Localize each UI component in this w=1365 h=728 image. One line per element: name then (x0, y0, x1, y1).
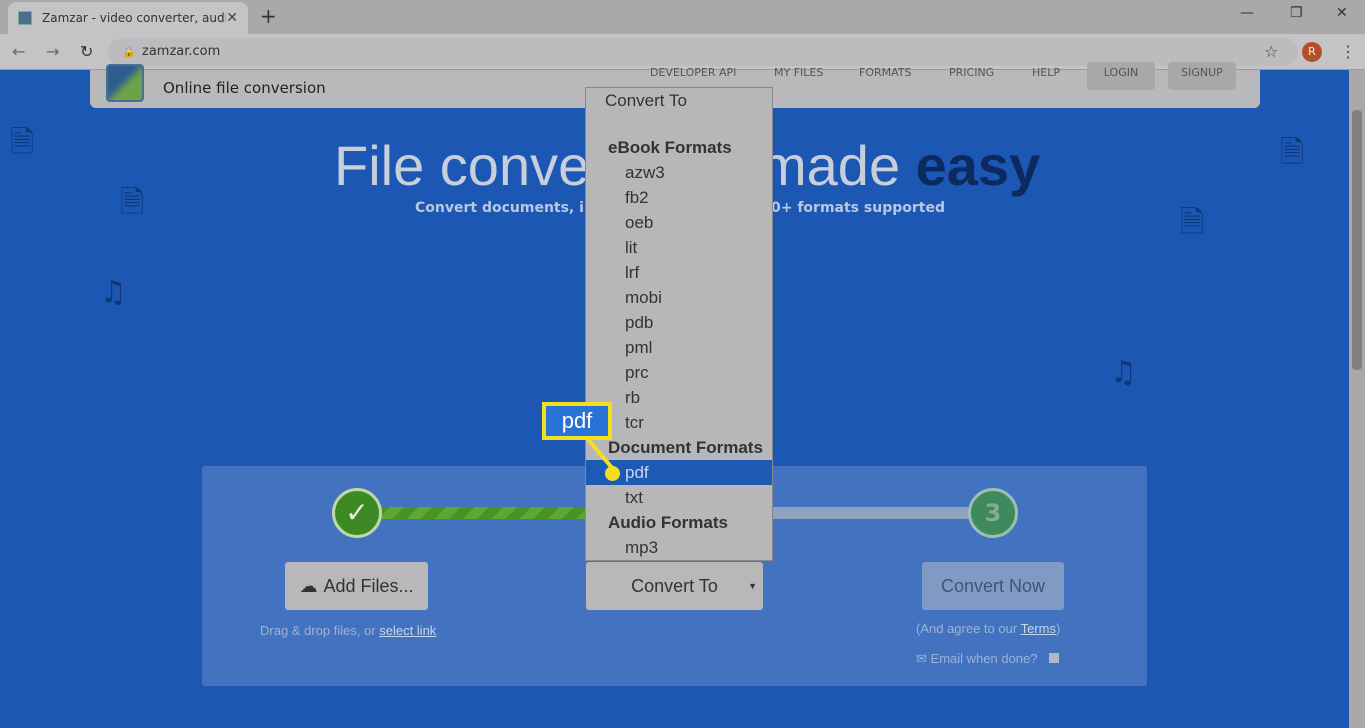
dropdown-option-rb[interactable]: rb (586, 385, 772, 410)
dropdown-option-lit[interactable]: lit (586, 235, 772, 260)
step1-complete-check-icon: ✓ (332, 488, 382, 538)
restore-icon[interactable]: ❐ (1290, 5, 1303, 21)
option-group-label: Document Formats (608, 438, 763, 457)
url-text: zamzar.com (142, 44, 221, 59)
option-group-label: eBook Formats (608, 138, 732, 157)
reload-icon[interactable]: ↻ (80, 42, 93, 61)
dropdown-option-tcr[interactable]: tcr (586, 410, 772, 435)
select-link[interactable]: select link (379, 623, 436, 638)
progress-bar-step2 (772, 507, 972, 519)
hero-title-easy: easy (915, 134, 1041, 197)
nav-formats[interactable]: FORMATS (859, 66, 912, 79)
hero-title-made: made (760, 134, 916, 197)
dropdown-option-pdb[interactable]: pdb (586, 310, 772, 335)
dropdown-option-azw3[interactable]: azw3 (586, 160, 772, 185)
convert-to-select[interactable]: Convert To ▼ (586, 562, 763, 610)
agree-text: (And agree to our (916, 621, 1021, 636)
dropdown-option-fb2[interactable]: fb2 (586, 185, 772, 210)
ai-file-icon: 🗎 (1180, 205, 1205, 240)
music-note-icon: ♫ (1110, 355, 1137, 390)
tab-title: Zamzar - video converter, audio (42, 11, 227, 25)
email-label: Email when done? (930, 651, 1038, 666)
drag-text: Drag & drop files, or (260, 623, 380, 638)
progress-bar-step1 (380, 507, 590, 519)
nav-pricing[interactable]: PRICING (949, 66, 994, 79)
music-note-icon: ♫ (100, 275, 127, 310)
option-group-label: Audio Formats (608, 513, 728, 532)
terms-hint: (And agree to our Terms) (916, 621, 1060, 636)
zamzar-favicon-icon (18, 11, 32, 25)
envelope-icon: ✉ (916, 651, 927, 666)
dropdown-caret-icon: ▼ (748, 581, 757, 591)
hero-title-part: File conve (334, 134, 590, 197)
convert-to-dropdown-list[interactable]: Convert To eBook Formats azw3 fb2 oeb lit lrf… (585, 87, 773, 561)
minimize-icon[interactable]: — (1240, 5, 1254, 21)
pdf-callout-label: pdf (542, 402, 612, 440)
dropdown-option-mobi[interactable]: mobi (586, 285, 772, 310)
hero-subtitle-part: Convert documents, im (415, 200, 599, 216)
address-bar-row: ← → ↻ 🔒 zamzar.com ☆ R ⋮ (0, 34, 1365, 70)
dropdown-option-txt[interactable]: txt (586, 485, 772, 510)
tab-bar: Zamzar - video converter, audio ✕ + — ❐ … (0, 0, 1365, 34)
jpg-file-icon: 🗎 (120, 185, 145, 220)
agree-end: ) (1055, 621, 1061, 636)
callout-pointer-dot (605, 466, 620, 481)
new-tab-icon[interactable]: + (260, 4, 277, 28)
convert-to-label: Convert To (631, 575, 718, 596)
close-window-icon[interactable]: ✕ (1336, 5, 1348, 21)
close-tab-icon[interactable]: ✕ (226, 10, 238, 26)
convert-now-button[interactable]: Convert Now (922, 562, 1064, 610)
hero-subtitle-part: 0+ formats supported (771, 200, 945, 216)
lock-icon: 🔒 (122, 45, 136, 58)
menu-icon[interactable]: ⋮ (1340, 42, 1356, 61)
scrollbar-thumb[interactable] (1352, 110, 1362, 370)
email-option: ✉ Email when done? (916, 651, 1060, 667)
dropdown-option-pml[interactable]: pml (586, 335, 772, 360)
drag-drop-hint: Drag & drop files, or select link (260, 623, 436, 638)
add-files-button[interactable]: ☁ Add Files... (285, 562, 428, 610)
dropdown-option-lrf[interactable]: lrf (586, 260, 772, 285)
nav-my-files[interactable]: MY FILES (774, 66, 823, 79)
zamzar-logo[interactable] (106, 64, 144, 102)
hero-title-part: made easy (760, 133, 1040, 198)
png-file-icon: 🗎 (10, 125, 35, 160)
terms-link[interactable]: Terms (1021, 621, 1056, 636)
nav-developer-api[interactable]: DEVELOPER API (650, 66, 736, 79)
step3-badge: 3 (968, 488, 1018, 538)
browser-tab[interactable]: Zamzar - video converter, audio ✕ (8, 2, 248, 34)
nav-help[interactable]: HELP (1032, 66, 1060, 79)
avatar[interactable]: R (1302, 42, 1322, 62)
back-icon[interactable]: ← (12, 42, 25, 61)
email-checkbox[interactable] (1049, 653, 1060, 663)
bookmark-star-icon[interactable]: ☆ (1264, 42, 1278, 61)
signup-button[interactable]: SIGNUP (1168, 62, 1236, 90)
dropdown-option-mp3[interactable]: mp3 (586, 535, 772, 560)
add-files-label: Add Files... (323, 575, 414, 596)
eps-file-icon: 🗎 (1280, 135, 1305, 170)
scrollbar[interactable] (1349, 70, 1365, 728)
tagline: Online file conversion (163, 79, 326, 97)
login-button[interactable]: LOGIN (1087, 62, 1155, 90)
forward-icon[interactable]: → (46, 42, 59, 61)
convert-now-label: Convert Now (940, 575, 1046, 596)
dropdown-option-prc[interactable]: prc (586, 360, 772, 385)
dropdown-placeholder: Convert To (605, 91, 687, 110)
dropdown-option-oeb[interactable]: oeb (586, 210, 772, 235)
upload-cloud-icon: ☁ (299, 575, 318, 596)
